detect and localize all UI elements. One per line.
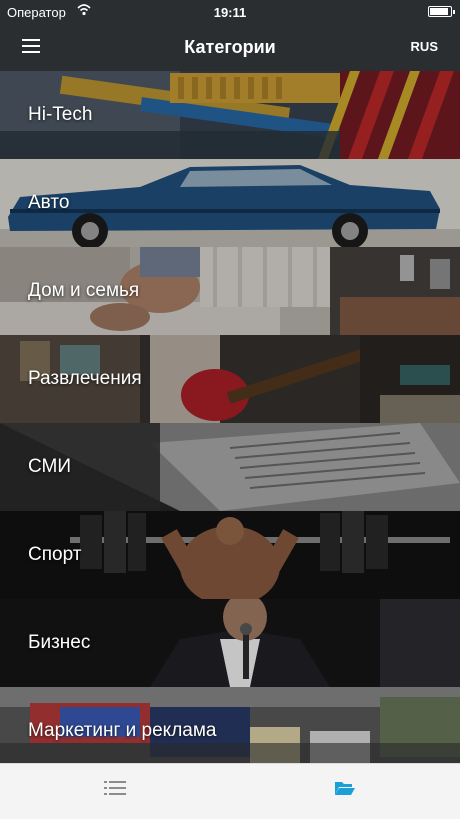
battery-icon [428, 6, 455, 17]
category-row-media[interactable]: СМИ [0, 423, 460, 511]
category-row-business[interactable]: Бизнес [0, 599, 460, 687]
language-button[interactable]: RUS [411, 39, 438, 54]
tab-bar [0, 763, 460, 819]
tab-list[interactable] [0, 764, 230, 819]
category-label: Дом и семья [28, 280, 140, 301]
clock: 19:11 [213, 5, 247, 20]
category-label: Hi-Tech [28, 104, 93, 125]
category-label: Маркетинг и реклама [28, 720, 217, 741]
category-list: Hi-Tech Авто Дом и семья Развлечения СМИ… [0, 71, 460, 763]
category-row-auto[interactable]: Авто [0, 159, 460, 247]
category-label: Бизнес [28, 632, 91, 653]
status-bar: Оператор 19:11 [0, 0, 460, 25]
category-row-hi-tech[interactable]: Hi-Tech [0, 71, 460, 159]
category-row-entertainment[interactable]: Развлечения [0, 335, 460, 423]
list-icon [104, 779, 126, 802]
folder-open-icon [334, 779, 356, 802]
tab-categories[interactable] [230, 764, 460, 819]
category-label: Развлечения [28, 368, 142, 389]
category-row-marketing[interactable]: Маркетинг и реклама [0, 687, 460, 763]
page-title: Категории [184, 37, 276, 57]
category-label: Авто [28, 192, 70, 213]
category-row-sport[interactable]: Спорт [0, 511, 460, 599]
category-row-home-family[interactable]: Дом и семья [0, 247, 460, 335]
battery-fill [430, 8, 448, 15]
category-label: СМИ [28, 456, 71, 477]
category-label: Спорт [28, 544, 82, 565]
nav-bar: Категории RUS [0, 25, 460, 71]
